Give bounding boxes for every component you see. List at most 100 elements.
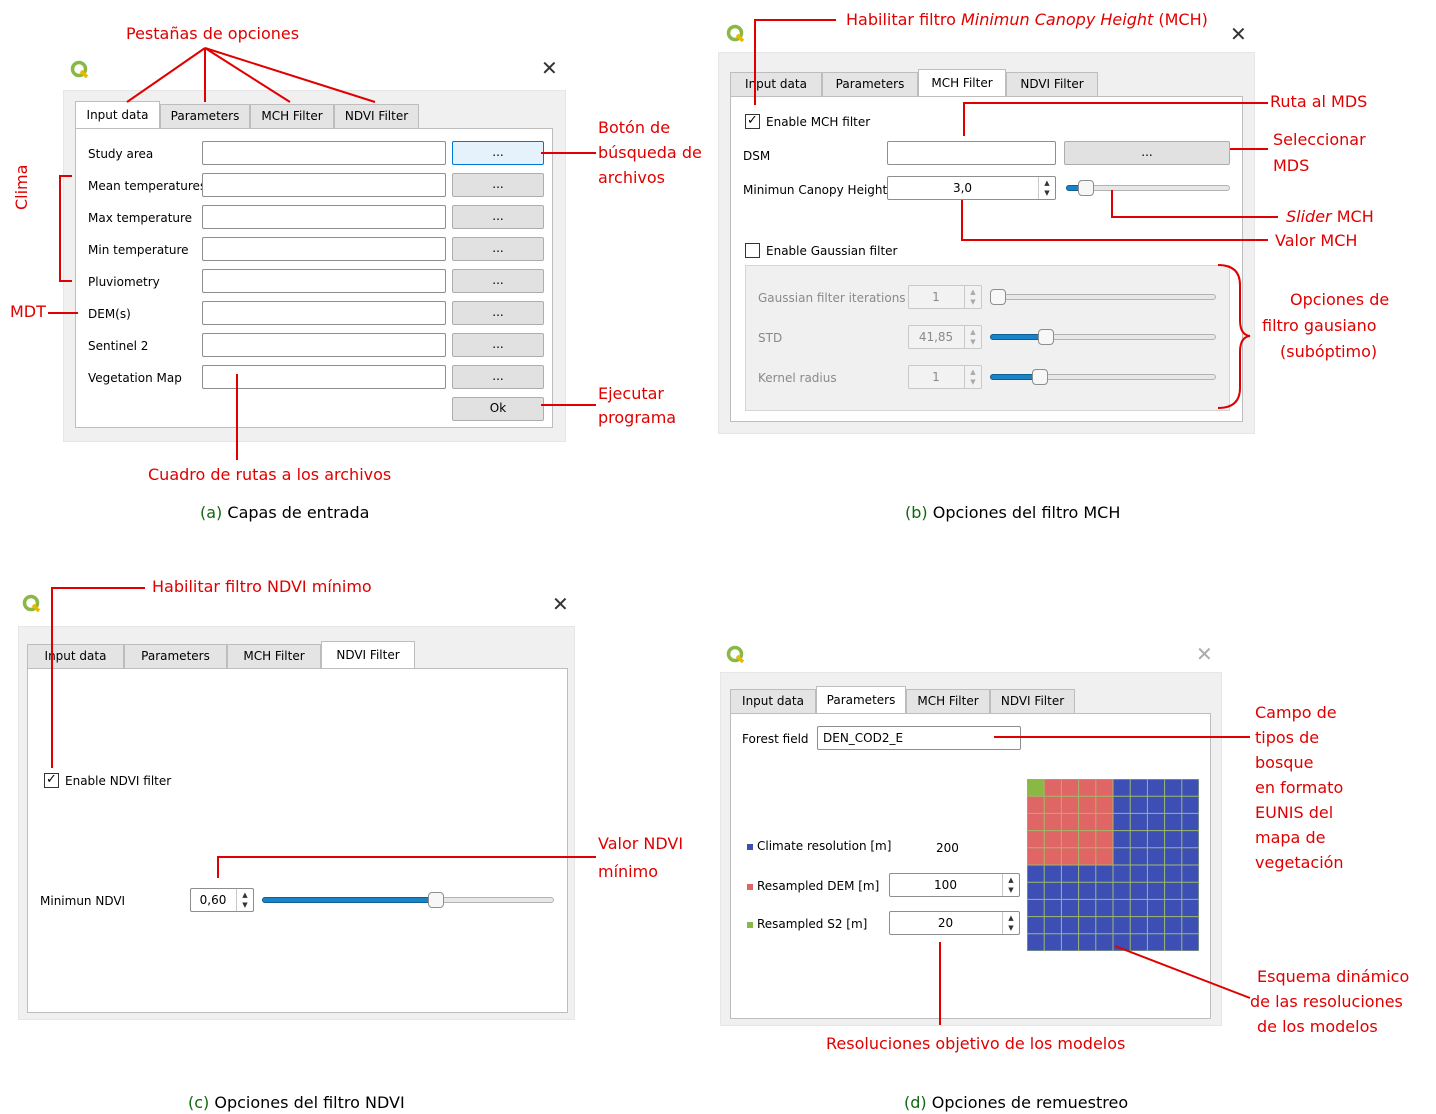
tab-mch-filter[interactable]: MCH Filter: [918, 69, 1006, 96]
annotation-forest-4: en formato: [1255, 778, 1344, 797]
dialog-input-data: Input data Parameters MCH Filter NDVI Fi…: [63, 90, 566, 442]
ok-button[interactable]: Ok: [452, 397, 544, 421]
slider-handle: [990, 289, 1006, 305]
annotation-forest-2: tipos de: [1255, 728, 1320, 747]
std-label: STD: [758, 331, 783, 345]
tab-ndvi-filter[interactable]: NDVI Filter: [1006, 72, 1098, 96]
annotation-enable-ndvi: Habilitar filtro NDVI mínimo: [152, 577, 372, 596]
slider-handle: [1038, 329, 1054, 345]
max-temperature-browse-button[interactable]: ...: [452, 205, 544, 229]
vegetation-map-path-input[interactable]: [202, 365, 446, 389]
dem-path-input[interactable]: [202, 301, 446, 325]
spin-arrows-icon[interactable]: ▲ ▼: [1002, 912, 1019, 934]
max-temperature-path-input[interactable]: [202, 205, 446, 229]
mch-spinbox[interactable]: 3,0 ▲ ▼: [887, 176, 1056, 200]
sentinel-2-path-input[interactable]: [202, 333, 446, 357]
min-temperature-browse-button[interactable]: ...: [452, 237, 544, 261]
annotation-option-tabs: Pestañas de opciones: [126, 24, 300, 43]
sentinel-2-browse-button[interactable]: ...: [452, 333, 544, 357]
tab-mch-filter[interactable]: MCH Filter: [227, 644, 321, 668]
gaussian-iterations-spinbox: 1 ▲ ▼: [908, 285, 982, 309]
annotation-enable-mch: Habilitar filtro Minimun Canopy Height (…: [846, 8, 1208, 32]
resampled-s2-label: Resampled S2 [m]: [747, 916, 867, 932]
tab-parameters[interactable]: Parameters: [816, 686, 906, 713]
tab-input-data[interactable]: Input data: [730, 72, 822, 96]
mch-slider[interactable]: [1066, 178, 1230, 198]
enable-ndvi-checkbox[interactable]: ✓: [44, 773, 59, 788]
slider-fill: [262, 897, 436, 903]
pluviometry-label: Pluviometry: [88, 275, 160, 289]
annotation-forest-1: Campo de: [1255, 703, 1337, 722]
tab-input-data[interactable]: Input data: [27, 644, 124, 668]
caption-a: (a) Capas de entrada: [200, 503, 369, 523]
slider-track: [990, 294, 1216, 300]
vegetation-map-label: Vegetation Map: [88, 371, 182, 385]
green-square-icon: [747, 921, 753, 928]
annotation-gaussian-1: Opciones de: [1290, 290, 1390, 309]
forest-field-input[interactable]: DEN_COD2_E: [817, 726, 1021, 750]
climate-resolution-value: 200: [936, 841, 959, 855]
enable-mch-label: Enable MCH filter: [766, 115, 871, 129]
spin-arrows-icon[interactable]: ▲ ▼: [1038, 177, 1055, 199]
dem-browse-button[interactable]: ...: [452, 301, 544, 325]
mean-temperatures-browse-button[interactable]: ...: [452, 173, 544, 197]
vegetation-map-browse-button[interactable]: ...: [452, 365, 544, 389]
spin-arrows-icon[interactable]: ▲ ▼: [236, 889, 253, 911]
grid-s2-cell: [1027, 779, 1045, 797]
min-ndvi-spinbox[interactable]: 0,60 ▲ ▼: [190, 888, 254, 912]
tab-ndvi-filter[interactable]: NDVI Filter: [990, 689, 1075, 713]
dem-label: DEM(s): [88, 307, 131, 321]
annotation-gaussian-2: filtro gausiano: [1262, 316, 1377, 335]
caption-c: (c) Opciones del filtro NDVI: [188, 1093, 405, 1113]
spin-arrows-icon[interactable]: ▲ ▼: [1002, 874, 1019, 896]
study-area-browse-button[interactable]: ...: [452, 141, 544, 165]
slider-handle: [1032, 369, 1048, 385]
mch-label: Minimun Canopy Height: [743, 183, 888, 197]
kernel-radius-label: Kernel radius: [758, 371, 837, 385]
gaussian-iterations-value: 1: [932, 290, 940, 304]
tab-mch-filter[interactable]: MCH Filter: [906, 689, 990, 713]
resampled-s2-spinbox[interactable]: 20 ▲ ▼: [889, 911, 1020, 935]
gaussian-options-group: Gaussian filter iterations 1 ▲ ▼ STD 41,8…: [745, 265, 1230, 411]
pluviometry-path-input[interactable]: [202, 269, 446, 293]
tab-input-data[interactable]: Input data: [730, 689, 816, 713]
annotation-mch-value: Valor MCH: [1275, 231, 1358, 250]
tab-input-data[interactable]: Input data: [75, 101, 160, 128]
slider-handle[interactable]: [1078, 180, 1094, 196]
tab-parameters[interactable]: Parameters: [822, 72, 918, 96]
close-icon[interactable]: ✕: [552, 594, 569, 614]
dsm-browse-button[interactable]: ...: [1064, 141, 1230, 165]
close-icon[interactable]: ✕: [1230, 24, 1247, 44]
min-ndvi-value: 0,60: [199, 893, 227, 907]
resampled-dem-value: 100: [934, 878, 957, 892]
min-temperature-path-input[interactable]: [202, 237, 446, 261]
mean-temperatures-path-input[interactable]: [202, 173, 446, 197]
annotation-target-resolutions: Resoluciones objetivo de los modelos: [826, 1034, 1126, 1053]
annotation-dsm-path: Ruta al MDS: [1270, 92, 1368, 111]
min-temperature-label: Min temperature: [88, 243, 189, 257]
annotation-part: Slider: [1286, 207, 1332, 226]
std-slider: [990, 327, 1216, 347]
close-icon[interactable]: ✕: [541, 58, 558, 78]
tab-ndvi-filter[interactable]: NDVI Filter: [334, 104, 419, 128]
slider-handle[interactable]: [428, 892, 444, 908]
enable-mch-checkbox[interactable]: ✓: [745, 114, 760, 129]
tab-mch-filter[interactable]: MCH Filter: [250, 104, 334, 128]
enable-gaussian-checkbox[interactable]: [745, 243, 760, 258]
caption-letter: (c): [188, 1093, 210, 1112]
close-icon[interactable]: ✕: [1196, 644, 1213, 664]
tab-parameters[interactable]: Parameters: [160, 104, 250, 128]
annotation-run-1: Ejecutar: [598, 384, 664, 403]
mch-value: 3,0: [952, 181, 973, 195]
tab-parameters[interactable]: Parameters: [124, 644, 227, 668]
resampled-dem-spinbox[interactable]: 100 ▲ ▼: [889, 873, 1020, 897]
sentinel-2-label: Sentinel 2: [88, 339, 149, 353]
ndvi-slider[interactable]: [262, 890, 554, 910]
tab-ndvi-filter[interactable]: NDVI Filter: [321, 641, 415, 668]
annotation-clima: Clima: [12, 164, 31, 210]
spin-arrows-icon: ▲ ▼: [964, 286, 981, 308]
pluviometry-browse-button[interactable]: ...: [452, 269, 544, 293]
resolution-scheme-grid: [1027, 779, 1199, 951]
study-area-path-input[interactable]: [202, 141, 446, 165]
dsm-path-input[interactable]: [887, 141, 1056, 165]
